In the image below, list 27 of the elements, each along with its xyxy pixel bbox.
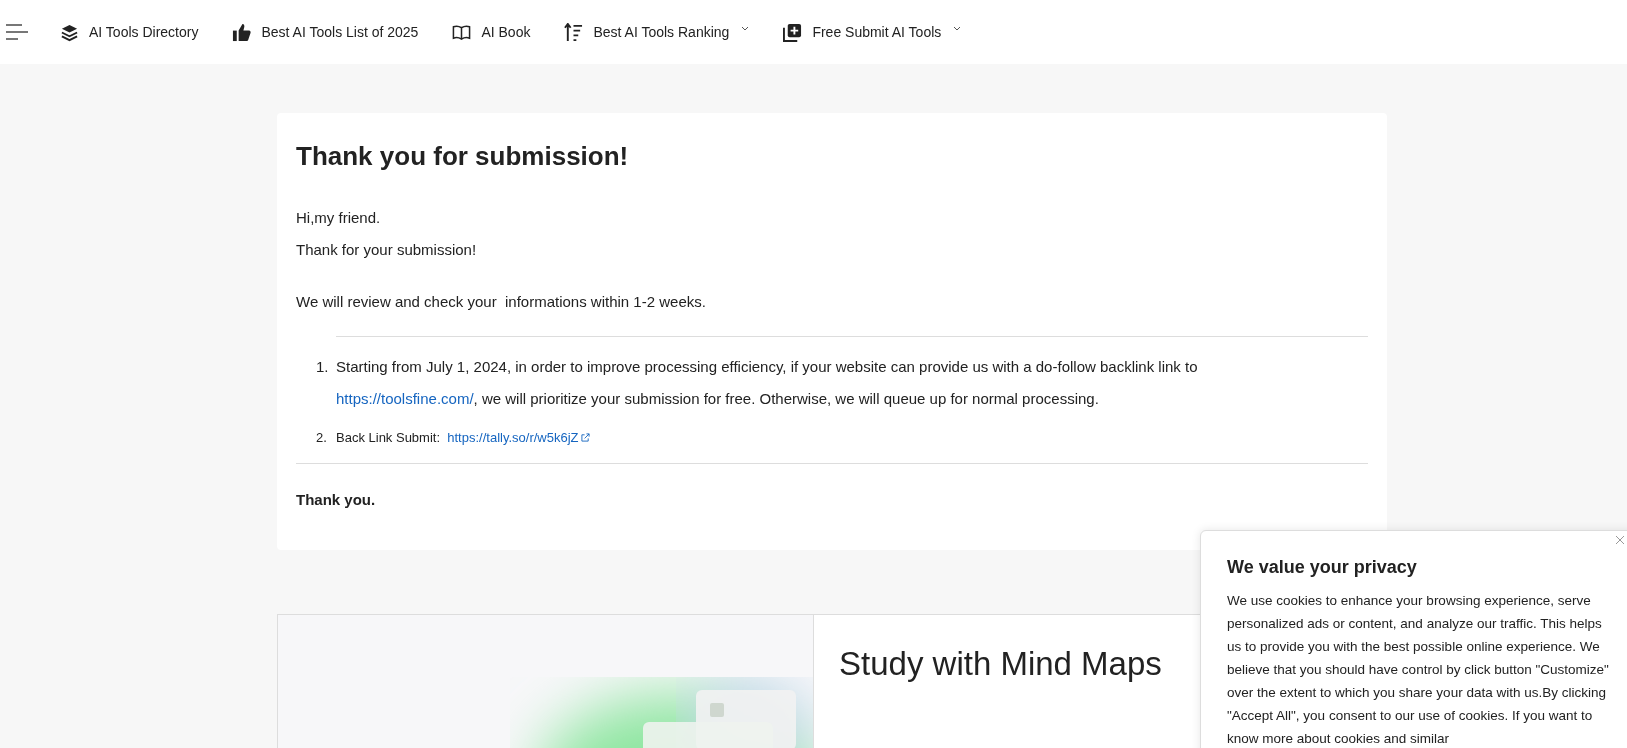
list-number: 1. [316, 357, 330, 377]
nav-link[interactable]: AI Tools Directory [60, 22, 199, 42]
nav-link[interactable]: Best AI Tools Ranking [564, 22, 750, 42]
book-icon [452, 22, 472, 42]
nav-link[interactable]: Best AI Tools List of 2025 [232, 22, 419, 42]
nav-link[interactable]: Free Submit AI Tools [783, 22, 962, 42]
layers-icon [60, 22, 79, 42]
link[interactable]: https://toolsfine.com/ [336, 390, 474, 407]
nav-link[interactable]: AI Book [452, 22, 531, 42]
card-title: Thank you for submission! [296, 141, 630, 172]
promo-title: Study with Mind Maps [839, 645, 1162, 683]
thumbs-up-icon [232, 22, 252, 42]
external-link-icon [580, 433, 590, 442]
closing-text: Thank you. [296, 490, 377, 510]
cookie-title: We value your privacy [1227, 556, 1418, 579]
close-icon[interactable] [1615, 533, 1625, 543]
thanks-text: Thank for your submission! [296, 240, 478, 260]
add-copy-icon [783, 22, 803, 42]
list-item-text: Starting from July 1, 2024, in order to improve processing efficiency, if your website can provide us with a do-follow backlink link to https://toolsfine.com/, we will prioritize your submission for free. Otherwise, we will queue up for normal processing. [336, 357, 1198, 409]
menu-icon[interactable] [6, 22, 28, 42]
link[interactable]: https://tally.so/r/w5k6jZ [447, 430, 590, 445]
list-item-text: Back Link Submit: https://tally.so/r/w5k6jZ [336, 427, 590, 449]
cookie-text: We use cookies to enhance your browsing experience, serve personalized ads or content, and analyze our traffic. This helps us to provide you with the best possible online experience. We believe that you should have control by click button "Customize" over the extent to which you share your data with us.By clicking "Accept All", you consent to our use of cookies. If you want to know more about cookies and similar [1227, 592, 1610, 748]
review-text: We will review and check your informations within 1-2 weeks. [296, 292, 707, 312]
list-number: 2. [316, 429, 328, 447]
sort-icon [564, 22, 584, 42]
greeting-text: Hi,my friend. [296, 208, 382, 228]
